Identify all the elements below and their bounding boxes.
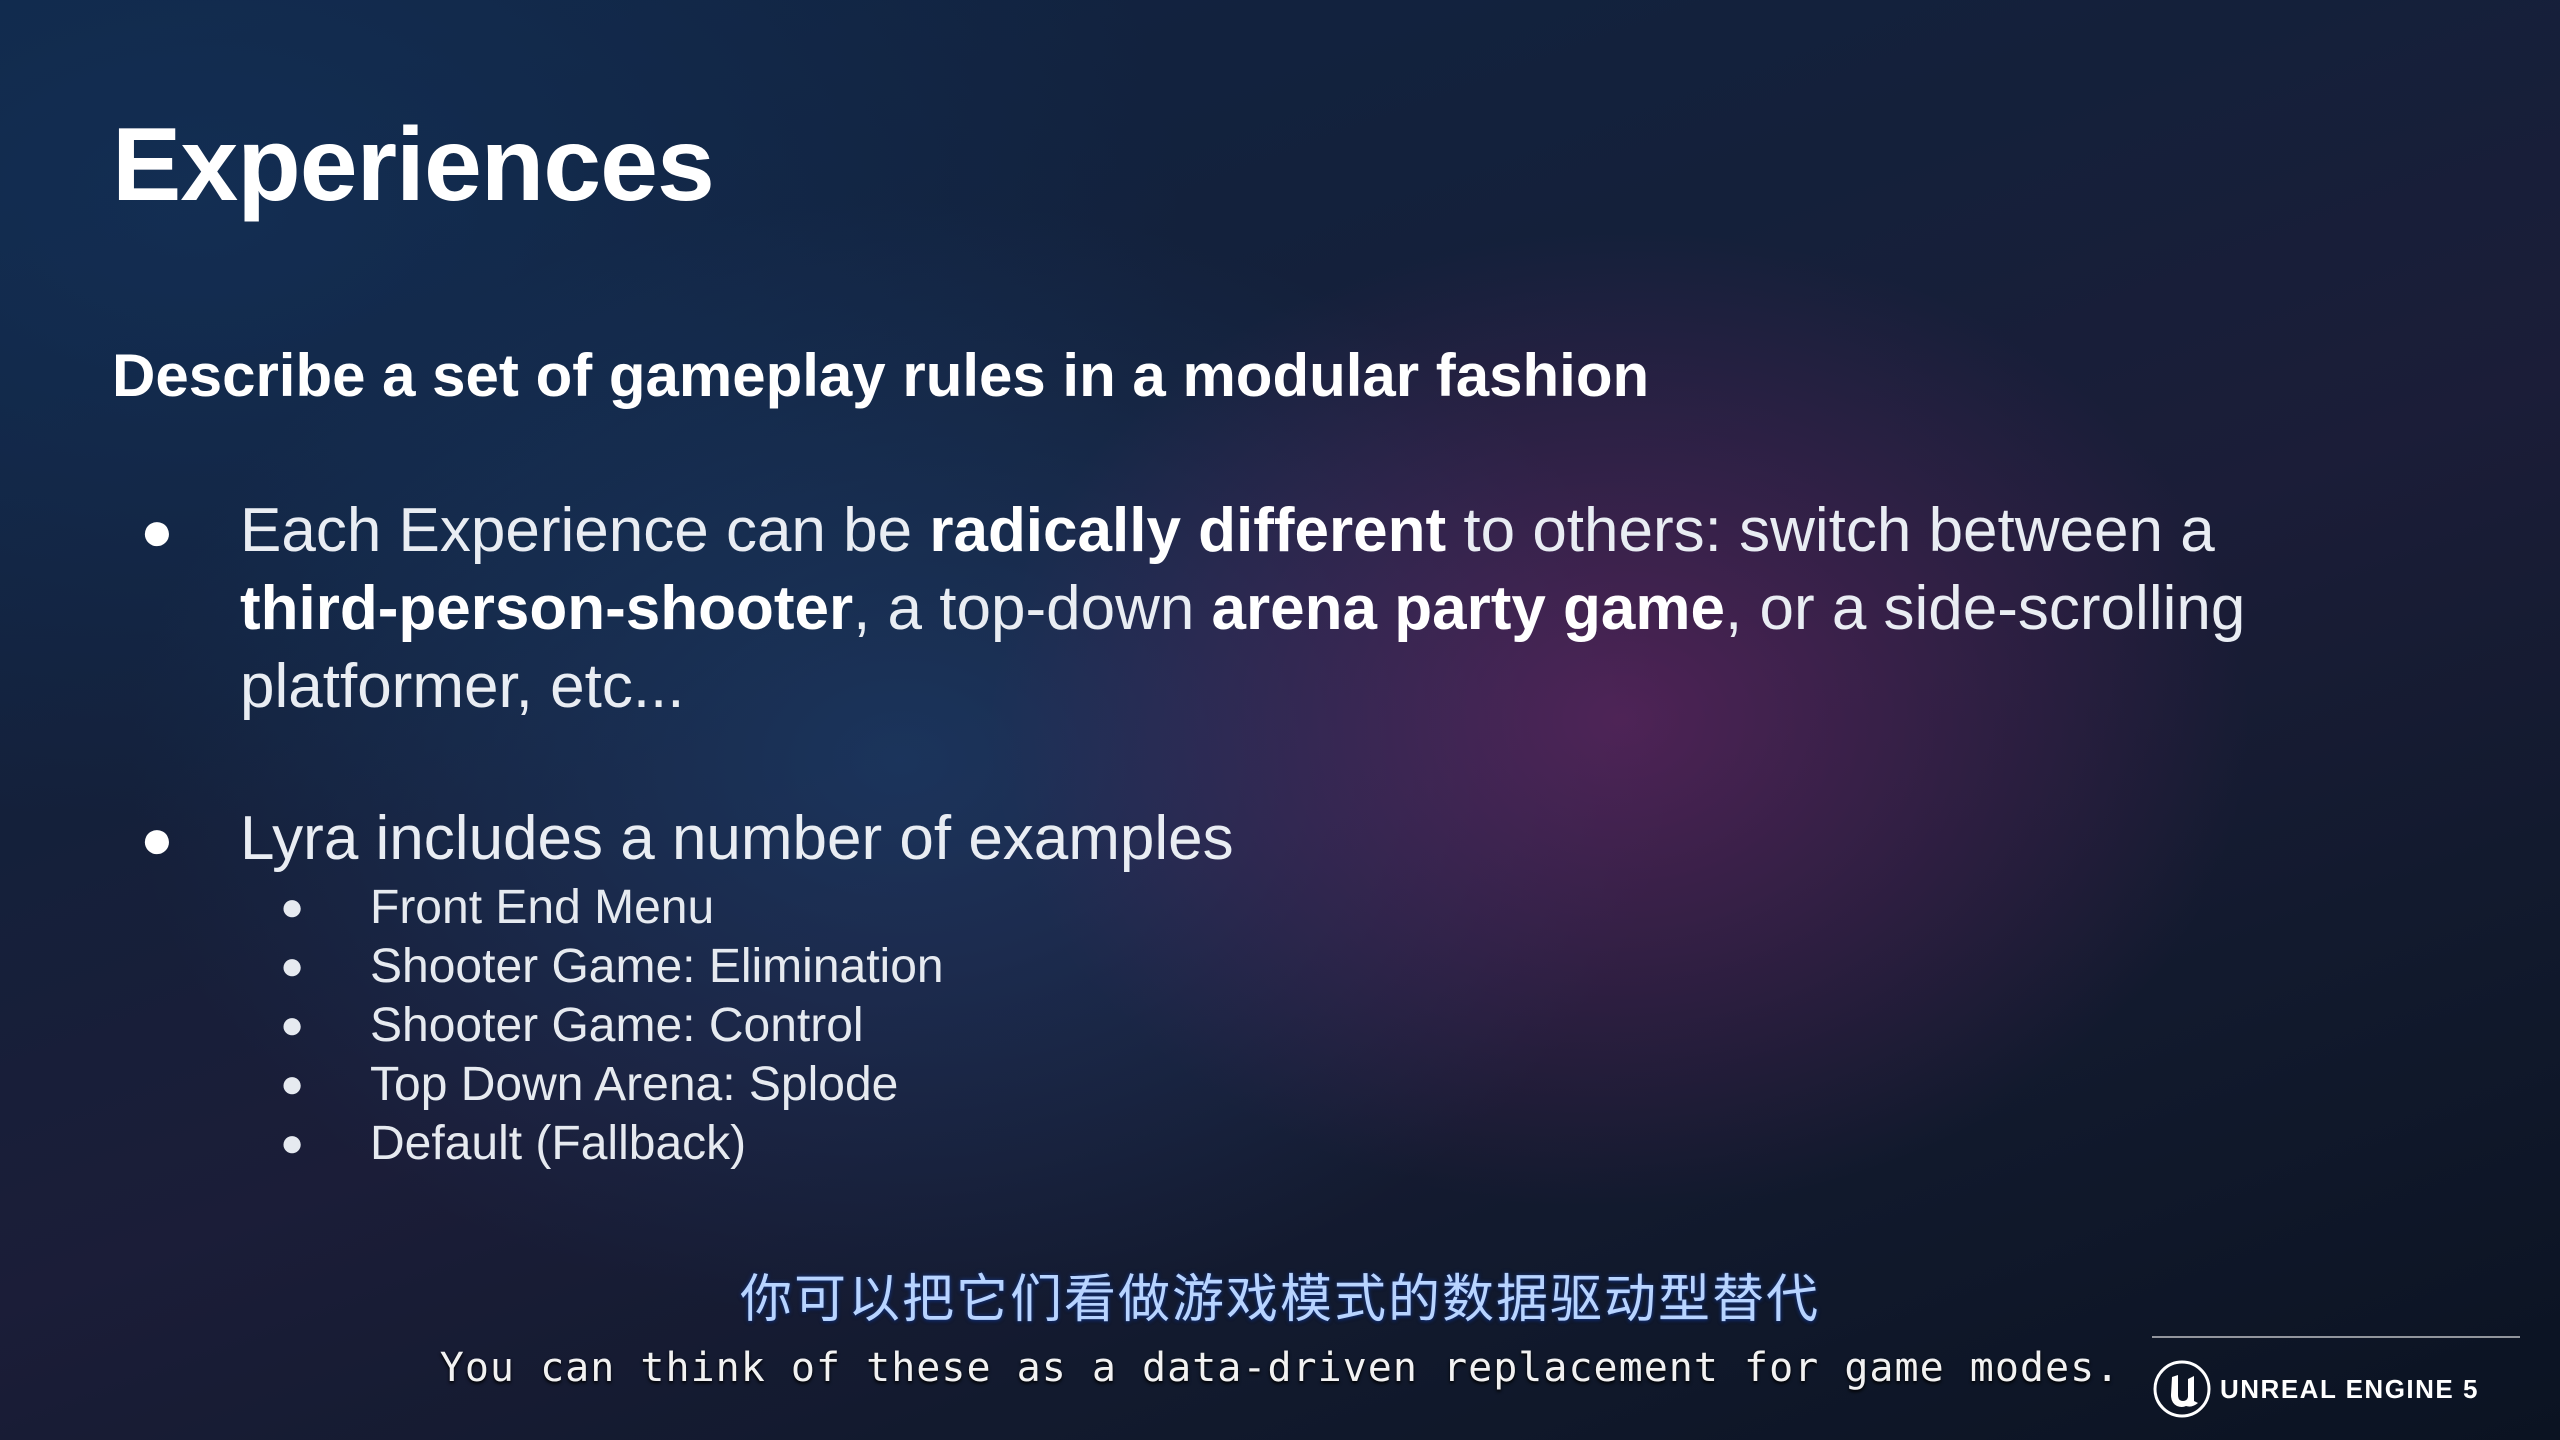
sub-bullet-dot: ● [280,1062,305,1106]
sub-bullet-list: ● Front End Menu ● Shooter Game: Eliminati… [0,878,1094,1173]
slide-title: Experiences [112,107,715,223]
emphasis-arena-party-game: arena party game [1211,574,1726,643]
bullet-dot: ● [140,499,174,562]
sub-item-shooter-elimination: ● Shooter Game: Elimination [0,937,1094,996]
bullet-text: Each Experience can be [240,496,930,565]
sub-bullet-dot: ● [280,885,305,929]
sub-bullet-dot: ● [280,1121,305,1165]
bullet-item-lyra-examples: ● Lyra includes a number of examples [140,800,1234,878]
brand-logo: UNREAL ENGINE 5 [2152,1358,2479,1420]
sub-item-front-end-menu: ● Front End Menu [0,878,1094,937]
bullet-text: to others: switch between a [1446,496,2215,565]
emphasis-radically-different: radically different [929,496,1447,565]
sub-item-text: Shooter Game: Elimination [370,940,944,993]
brand-name: UNREAL ENGINE 5 [2220,1373,2479,1404]
emphasis-third-person-shooter: third-person-shooter [240,574,854,643]
bullet-list-examples: ● Lyra includes a number of examples ● Fr… [140,800,1234,1173]
sub-bullet-dot: ● [280,944,305,988]
sub-item-top-down-arena: ● Top Down Arena: Splode [0,1055,1094,1114]
bullet-text: , a top-down [853,574,1212,643]
bullet-list-main: ● Each Experience can be radically diffe… [140,492,2300,726]
sub-item-default-fallback: ● Default (Fallback) [0,1114,1094,1173]
caption-chinese: 你可以把它们看做游戏模式的数据驱动型替代 [739,1270,1820,1330]
bullet-dot: ● [140,807,174,870]
unreal-engine-logo-icon [2153,1360,2211,1418]
presentation-slide: Experiences Describe a set of gameplay r… [0,0,2560,1440]
sub-bullet-dot: ● [280,1003,305,1047]
bullet-text: Lyra includes a number of examples [240,804,1234,873]
sub-item-text: Top Down Arena: Splode [370,1058,899,1111]
sub-item-text: Default (Fallback) [370,1117,747,1170]
sub-list-container: ● Front End Menu ● Shooter Game: Eliminati… [140,878,1234,1173]
bullet-item-experience-differences: ● Each Experience can be radically diffe… [140,492,2300,726]
sub-item-text: Shooter Game: Control [370,999,864,1052]
sub-item-text: Front End Menu [370,881,715,934]
brand-divider [2152,1336,2520,1338]
slide-subtitle: Describe a set of gameplay rules in a mo… [112,342,1650,409]
sub-item-shooter-control: ● Shooter Game: Control [0,996,1094,1055]
